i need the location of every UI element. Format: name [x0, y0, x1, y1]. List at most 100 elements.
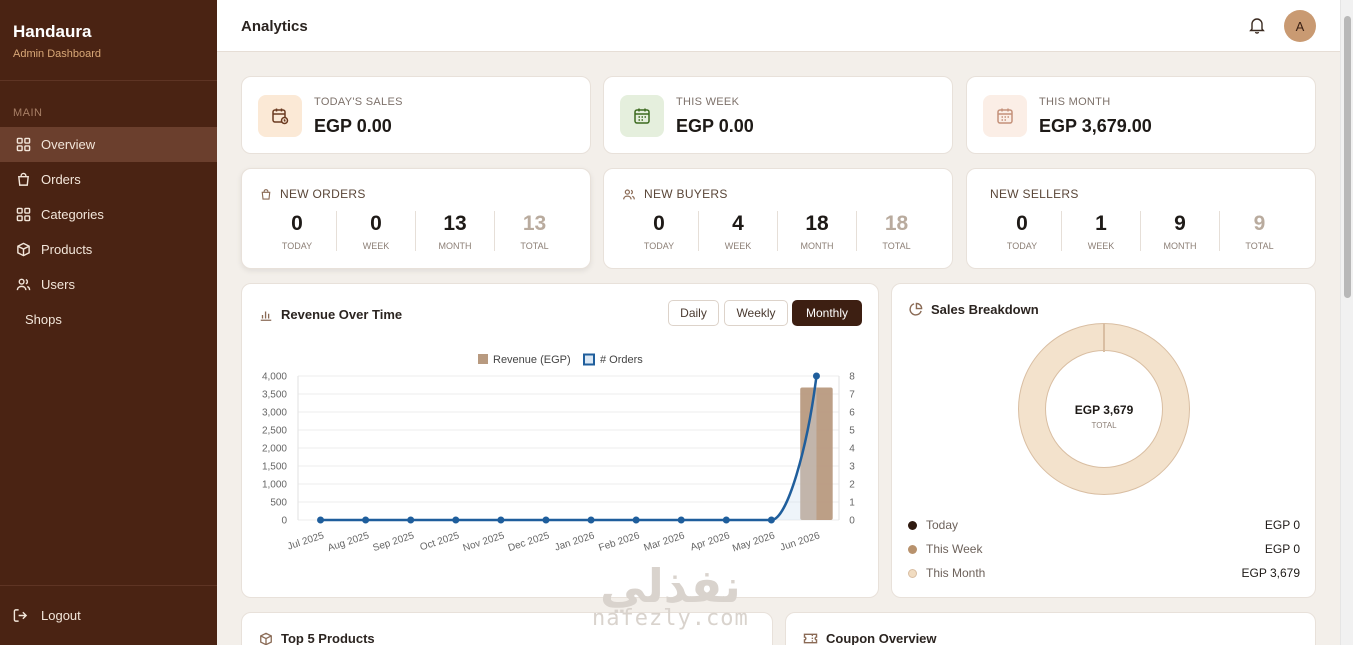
sidebar-item-users[interactable]: Users: [0, 267, 217, 302]
brand-subtitle: Admin Dashboard: [13, 48, 102, 60]
logout-label: Logout: [41, 608, 81, 623]
calendar-icon: [983, 95, 1027, 137]
top-products-card: Top 5 Products: [241, 612, 773, 645]
kpi-label: THIS WEEK: [676, 96, 740, 108]
x-tick-label: Sep 2025: [372, 530, 417, 554]
bar-chart-icon: [260, 311, 272, 321]
breakdown-donut: EGP 3,679 TOTAL: [1018, 323, 1190, 495]
sidebar-item-categories[interactable]: Categories: [0, 197, 217, 232]
y-left-tick-label: 1,000: [262, 480, 287, 491]
users-icon: [16, 277, 32, 293]
scrollbar-thumb[interactable]: [1344, 16, 1351, 298]
orders-point: [542, 516, 550, 524]
y-right-tick-label: 7: [849, 390, 855, 401]
donut-center-value: EGP 3,679: [1075, 403, 1134, 417]
stat-total: 9 TOTAL: [1220, 211, 1299, 251]
orders-point: [722, 516, 730, 524]
stat-caption: TOTAL: [520, 241, 549, 251]
stat-row: 0 TODAY 1 WEEK 9 MONTH 9 TOTAL: [983, 211, 1299, 251]
bag-icon: [16, 172, 32, 188]
weekly-button[interactable]: Weekly: [724, 300, 788, 326]
x-tick-label: Apr 2026: [689, 530, 731, 553]
breakdown-value: EGP 0: [1264, 518, 1300, 532]
orders-point: [587, 516, 595, 524]
x-tick-label: May 2026: [731, 530, 777, 554]
y-left-tick-label: 0: [281, 516, 287, 527]
stat-today: 0 TODAY: [258, 211, 337, 251]
topbar: Analytics A: [217, 0, 1340, 52]
kpi-label: TODAY'S SALES: [314, 96, 403, 108]
stat-week: 0 WEEK: [337, 211, 416, 251]
breakdown-card: Sales Breakdown EGP 3,679 TOTAL Today EGP…: [891, 283, 1316, 598]
breakdown-label: This Week: [926, 542, 983, 556]
pie-chart-icon: [909, 302, 923, 316]
orders-point: [632, 516, 640, 524]
stat-value: 0: [291, 212, 303, 235]
daily-button[interactable]: Daily: [668, 300, 719, 326]
legend-label-revenue: Revenue (EGP): [493, 354, 571, 366]
avatar[interactable]: A: [1284, 10, 1316, 42]
calendar-icon: [620, 95, 664, 137]
y-right-tick-label: 5: [849, 426, 855, 437]
sidebar-item-orders[interactable]: Orders: [0, 162, 217, 197]
revenue-chart: 0 500 1,000 1,500 2,000 2,500 3,000 3,500 4,000 0…: [262, 353, 855, 554]
stat-caption: TODAY: [643, 241, 675, 251]
breakdown-label: Today: [926, 518, 959, 532]
orders-point: [317, 516, 325, 524]
stat-card-orders: NEW ORDERS 0 TODAY 0 WEEK 13 MONTH 13 TOTAL: [241, 168, 591, 269]
orders-point: [767, 516, 775, 524]
y-right-tick-label: 4: [849, 444, 855, 455]
x-tick-label: Feb 2026: [597, 530, 641, 554]
x-tick-label: Nov 2025: [462, 530, 507, 554]
y-right-tick-label: 0: [849, 516, 855, 527]
stat-caption: TODAY: [1006, 241, 1038, 251]
y-right-tick-label: 1: [849, 498, 855, 509]
stat-caption: TODAY: [281, 241, 313, 251]
brand: Handaura Admin Dashboard: [0, 0, 217, 81]
kpi-value: EGP 0.00: [676, 116, 754, 136]
stat-row: 0 TODAY 4 WEEK 18 MONTH 18 TOTAL: [620, 211, 936, 251]
x-tick-label: Jan 2026: [553, 530, 596, 553]
sidebar-item-label: Overview: [41, 137, 96, 152]
logout-button[interactable]: Logout: [0, 585, 217, 645]
sidebar-item-shops[interactable]: Shops: [0, 302, 217, 337]
stat-caption: WEEK: [724, 241, 752, 251]
stat-value: 18: [805, 212, 829, 235]
stat-value: 13: [443, 212, 467, 235]
monthly-button[interactable]: Monthly: [792, 300, 862, 326]
y-left-tick-label: 3,000: [262, 408, 287, 419]
x-tick-label: Jul 2025: [286, 530, 326, 552]
legend-dot: [908, 520, 917, 530]
stat-value: 1: [1095, 212, 1107, 235]
orders-point: [497, 516, 505, 524]
stat-title-text: NEW SELLERS: [990, 187, 1079, 201]
stat-card-sellers: NEW SELLERS 0 TODAY 1 WEEK 9 MONTH 9 TOTAL: [966, 168, 1316, 269]
kpi-card-month: THIS MONTH EGP 3,679.00: [966, 76, 1316, 154]
page-title: Analytics: [241, 18, 308, 35]
bell-icon[interactable]: [1249, 16, 1265, 34]
sidebar-item-label: Products: [41, 242, 93, 257]
stat-week: 4 WEEK: [699, 211, 778, 251]
stat-month: 18 MONTH: [778, 211, 857, 251]
y-left-tick-label: 2,000: [262, 444, 287, 455]
stat-title: NEW ORDERS: [260, 187, 366, 201]
sidebar-item-products[interactable]: Products: [0, 232, 217, 267]
stat-today: 0 TODAY: [983, 211, 1062, 251]
top-products-title-text: Top 5 Products: [281, 631, 375, 645]
orders-point: [452, 516, 460, 524]
revenue-card: Revenue Over Time Daily Weekly Monthly 0…: [241, 283, 879, 598]
x-tick-label: Jun 2026: [779, 530, 822, 553]
sidebar-item-overview[interactable]: Overview: [0, 127, 217, 162]
stat-today: 0 TODAY: [620, 211, 699, 251]
box-icon: [16, 242, 32, 258]
stat-value: 0: [1016, 212, 1028, 235]
stat-caption: WEEK: [362, 241, 390, 251]
stat-week: 1 WEEK: [1062, 211, 1141, 251]
stat-value: 0: [653, 212, 665, 235]
scrollbar[interactable]: [1340, 0, 1353, 645]
section-label: MAIN: [13, 107, 43, 119]
stat-value: 0: [370, 212, 382, 235]
breakdown-item-week: This Week EGP 0: [908, 542, 1300, 556]
sidebar-item-label: Orders: [41, 172, 81, 187]
revenue-title: Revenue Over Time: [259, 307, 402, 322]
